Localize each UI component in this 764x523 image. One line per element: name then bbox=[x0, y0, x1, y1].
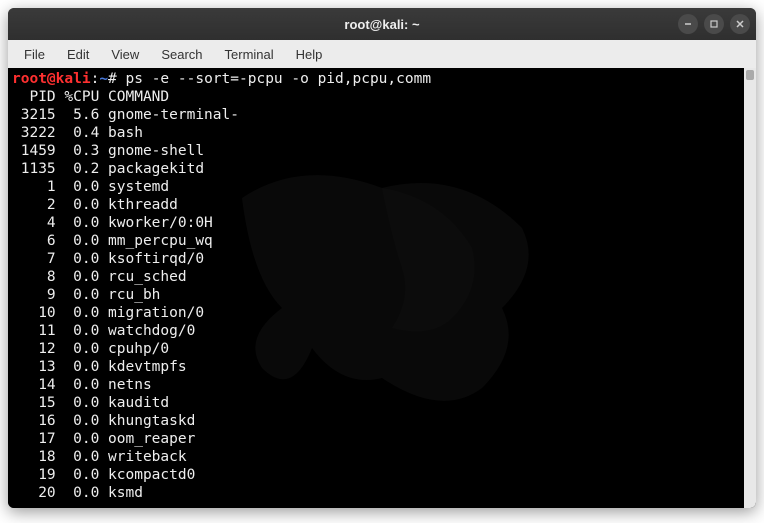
process-row: 16 0.0 khungtaskd bbox=[12, 412, 752, 430]
close-icon bbox=[735, 19, 745, 29]
process-row: 3222 0.4 bash bbox=[12, 124, 752, 142]
process-row: 1 0.0 systemd bbox=[12, 178, 752, 196]
process-row: 11 0.0 watchdog/0 bbox=[12, 322, 752, 340]
process-row: 9 0.0 rcu_bh bbox=[12, 286, 752, 304]
output-header: PID %CPU COMMAND bbox=[12, 88, 752, 106]
close-button[interactable] bbox=[730, 14, 750, 34]
menu-view[interactable]: View bbox=[101, 45, 149, 64]
maximize-button[interactable] bbox=[704, 14, 724, 34]
output-rows: 3215 5.6 gnome-terminal- 3222 0.4 bash 1… bbox=[12, 106, 752, 502]
process-row: 14 0.0 netns bbox=[12, 376, 752, 394]
terminal-body[interactable]: root@kali:~# ps -e --sort=-pcpu -o pid,p… bbox=[8, 68, 756, 508]
process-row: 7 0.0 ksoftirqd/0 bbox=[12, 250, 752, 268]
prompt-line: root@kali:~# ps -e --sort=-pcpu -o pid,p… bbox=[12, 70, 752, 88]
process-row: 18 0.0 writeback bbox=[12, 448, 752, 466]
minimize-button[interactable] bbox=[678, 14, 698, 34]
menu-terminal[interactable]: Terminal bbox=[215, 45, 284, 64]
process-row: 15 0.0 kauditd bbox=[12, 394, 752, 412]
window-title: root@kali: ~ bbox=[344, 17, 419, 32]
process-row: 3215 5.6 gnome-terminal- bbox=[12, 106, 752, 124]
process-row: 19 0.0 kcompactd0 bbox=[12, 466, 752, 484]
menu-help[interactable]: Help bbox=[286, 45, 333, 64]
process-row: 8 0.0 rcu_sched bbox=[12, 268, 752, 286]
process-row: 17 0.0 oom_reaper bbox=[12, 430, 752, 448]
process-row: 2 0.0 kthreadd bbox=[12, 196, 752, 214]
process-row: 4 0.0 kworker/0:0H bbox=[12, 214, 752, 232]
process-row: 1459 0.3 gnome-shell bbox=[12, 142, 752, 160]
prompt-path: ~ bbox=[99, 71, 108, 87]
process-row: 20 0.0 ksmd bbox=[12, 484, 752, 502]
menu-edit[interactable]: Edit bbox=[57, 45, 99, 64]
prompt-colon: : bbox=[91, 71, 100, 87]
process-row: 1135 0.2 packagekitd bbox=[12, 160, 752, 178]
terminal-content: root@kali:~# ps -e --sort=-pcpu -o pid,p… bbox=[12, 70, 752, 502]
menu-file[interactable]: File bbox=[14, 45, 55, 64]
prompt-hash: # bbox=[108, 71, 117, 87]
window-controls bbox=[678, 14, 750, 34]
menu-search[interactable]: Search bbox=[151, 45, 212, 64]
terminal-window: root@kali: ~ File Edit View Search Termi… bbox=[8, 8, 756, 508]
process-row: 10 0.0 migration/0 bbox=[12, 304, 752, 322]
minimize-icon bbox=[683, 19, 693, 29]
titlebar[interactable]: root@kali: ~ bbox=[8, 8, 756, 40]
process-row: 13 0.0 kdevtmpfs bbox=[12, 358, 752, 376]
prompt-user: root@kali bbox=[12, 71, 91, 87]
process-row: 6 0.0 mm_percpu_wq bbox=[12, 232, 752, 250]
process-row: 12 0.0 cpuhp/0 bbox=[12, 340, 752, 358]
command-text: ps -e --sort=-pcpu -o pid,pcpu,comm bbox=[126, 71, 432, 87]
menubar: File Edit View Search Terminal Help bbox=[8, 40, 756, 68]
maximize-icon bbox=[709, 19, 719, 29]
